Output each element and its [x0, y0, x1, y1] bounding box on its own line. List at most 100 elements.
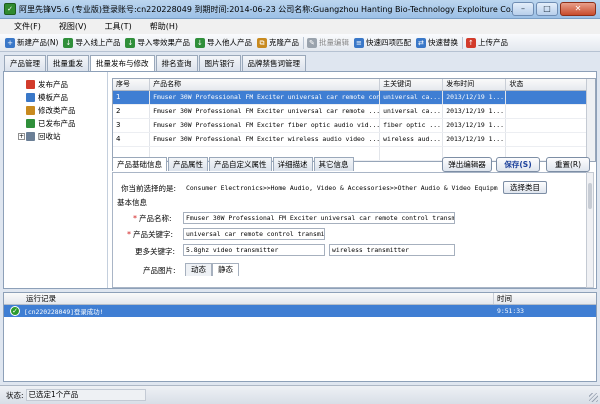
cell-index: 2 — [113, 104, 151, 119]
reset-button[interactable]: 重置(R) — [546, 157, 590, 172]
maximize-button[interactable]: □ — [536, 2, 558, 16]
sub-tab-4[interactable]: 其它信息 — [313, 157, 354, 171]
clone-icon: ⧉ — [256, 37, 267, 48]
tree-item-label: 发布产品 — [38, 80, 68, 89]
more-keyword-row: 更多关键字: — [135, 245, 175, 257]
toolbar-button-label: 新建产品(N) — [17, 38, 59, 47]
toolbar-button-quick-replace[interactable]: ⇄ 快速替换 — [414, 35, 461, 50]
tree-item-publish-product[interactable]: 发布产品 — [4, 78, 107, 91]
cell-product-name: Fmuser 30W Professional FM Exciter unive… — [149, 104, 381, 119]
minimize-button[interactable]: – — [512, 2, 534, 16]
run-log: 运行记录 时间 ✓ [cn220228049]登录成功! 9:51:33 — [3, 292, 597, 382]
cell-publish-time: 2013/12/19 1... — [442, 104, 507, 119]
tree-item-modify-product[interactable]: 修改类产品 — [4, 104, 107, 117]
select-category-button[interactable]: 选择类目 — [503, 181, 547, 194]
log-header-record: 运行记录 — [4, 293, 494, 304]
sub-tab-2[interactable]: 产品自定义属性 — [209, 157, 272, 171]
image-row: 产品图片: — [143, 264, 176, 276]
basic-info-heading: 基本信息 — [117, 197, 147, 207]
toolbar-button-import-others[interactable]: ↓ 导入他人产品 — [193, 35, 255, 50]
toolbar-separator — [302, 36, 304, 49]
main-content: 发布产品模板产品修改类产品已发布产品 + 回收站 序号 产品名称 主关键词 发布时间… — [3, 71, 597, 289]
toolbar-button-new-file[interactable]: + 新建产品(N) — [3, 35, 61, 50]
main-tab-5[interactable]: 品牌禁售词管理 — [241, 55, 306, 71]
basic-info-heading-row: 基本信息 — [117, 196, 147, 208]
log-header: 运行记录 时间 — [4, 293, 596, 305]
main-tab-1[interactable]: 批量重发 — [47, 55, 89, 71]
cell-product-name: Fmuser 30W Professional FM Exciter fiber… — [149, 118, 381, 133]
cell-keyword: wireless aud... — [379, 132, 444, 147]
tree-item-recycle-bin[interactable]: + 回收站 — [4, 130, 107, 143]
col-header-status[interactable]: 状态 — [505, 79, 595, 91]
toolbar-button-label: 导入零效果产品 — [137, 38, 190, 47]
category-label: 你当前选择的是: — [121, 183, 177, 193]
publish-product-icon — [26, 80, 35, 89]
more-keyword-input-1[interactable]: 5.8ghz video transmitter — [183, 244, 325, 256]
sub-tab-3[interactable]: 详细描述 — [272, 157, 313, 171]
category-path: Consumer Electronics>>Home Audio, Video … — [183, 182, 499, 194]
main-tab-0[interactable]: 产品管理 — [4, 55, 46, 71]
col-header-index[interactable]: 序号 — [113, 79, 151, 91]
tree-item-label: 已发布产品 — [38, 119, 76, 128]
toolbar-button-batch-edit[interactable]: ✎ 批量编辑 — [305, 35, 352, 50]
tree-item-template-product[interactable]: 模板产品 — [4, 91, 107, 104]
col-header-name[interactable]: 产品名称 — [149, 79, 381, 91]
table-row[interactable]: 2 Fmuser 30W Professional FM Exciter univ… — [113, 104, 595, 119]
menu-tools[interactable]: 工具(T) — [105, 21, 132, 32]
sub-tab-0[interactable]: 产品基础信息 — [112, 157, 167, 171]
tree-item-published-product[interactable]: 已发布产品 — [4, 117, 107, 130]
table-row[interactable]: 4 Fmuser 30W Professional FM Exciter wire… — [113, 132, 595, 147]
image-tab-1[interactable]: 静态 — [212, 263, 239, 276]
log-row[interactable]: ✓ [cn220228049]登录成功! 9:51:33 — [4, 305, 596, 317]
grid-scrollbar[interactable] — [586, 79, 595, 161]
toolbar: + 新建产品(N) ↓ 导入线上产品 ↓ 导入零效果产品 ↓ 导入他人产品 ⧉ 克隆产品 ✎ 批量编辑… — [0, 34, 600, 52]
popup-editor-button[interactable]: 弹出编辑器 — [442, 157, 492, 172]
toolbar-button-clone[interactable]: ⧉ 克隆产品 — [255, 35, 302, 50]
product-keyword-input[interactable]: universal car remote control transmitter — [183, 228, 325, 240]
app-logo-icon: ✓ — [4, 3, 16, 15]
table-row[interactable]: 3 Fmuser 30W Professional FM Exciter fibe… — [113, 118, 595, 133]
more-keyword-input-2[interactable]: wireless transmitter — [329, 244, 455, 256]
main-tab-2[interactable]: 批量发布与修改 — [90, 55, 155, 72]
toolbar-button-import-zero[interactable]: ↓ 导入零效果产品 — [123, 35, 193, 50]
main-tab-3[interactable]: 排名查询 — [155, 55, 198, 71]
import-online-icon: ↓ — [63, 37, 74, 48]
product-name-label: 产品名称: — [139, 213, 172, 223]
tree-item-label: 修改类产品 — [38, 106, 76, 115]
cell-publish-time: 2013/12/19 1... — [442, 118, 507, 133]
col-header-time[interactable]: 发布时间 — [442, 79, 507, 91]
toolbar-button-upload[interactable]: ↑ 上传产品 — [464, 35, 511, 50]
empty-cell — [379, 146, 444, 161]
cell-index: 4 — [113, 132, 151, 147]
log-header-time: 时间 — [497, 294, 512, 303]
col-header-keyword[interactable]: 主关键词 — [379, 79, 444, 91]
toolbar-separator — [461, 36, 463, 49]
close-button[interactable]: ✕ — [560, 2, 596, 16]
panel-scroll-thumb[interactable] — [588, 183, 592, 209]
resize-grip[interactable] — [589, 393, 598, 402]
upload-icon: ↑ — [465, 37, 476, 48]
tree-item-label: 回收站 — [38, 132, 61, 141]
menu-help[interactable]: 帮助(H) — [150, 21, 178, 32]
menu-file[interactable]: 文件(F) — [14, 21, 41, 32]
toolbar-button-quick-match[interactable]: ≡ 快速四项匹配 — [352, 35, 414, 50]
expand-icon[interactable]: + — [18, 133, 25, 140]
quick-match-icon: ≡ — [353, 37, 364, 48]
product-name-input[interactable]: Fmuser 30W Professional FM Exciter unive… — [183, 212, 455, 224]
toolbar-button-label: 快速四项匹配 — [365, 38, 411, 47]
status-value: 已选定1个产品 — [25, 389, 146, 401]
product-keyword-label: 产品关键字: — [133, 229, 174, 239]
new-file-icon: + — [5, 37, 15, 48]
save-button[interactable]: 保存(S) — [496, 157, 540, 172]
recycle-bin-icon — [26, 132, 35, 141]
product-grid: 序号 产品名称 主关键词 发布时间 状态 1 Fmuser 30W Profess… — [112, 78, 596, 162]
image-tab-0[interactable]: 动态 — [185, 263, 212, 276]
panel-scrollbar[interactable] — [586, 172, 594, 288]
toolbar-button-label: 上传产品 — [477, 38, 508, 47]
main-tab-4[interactable]: 图片银行 — [198, 55, 241, 71]
product-image-label: 产品图片: — [143, 265, 176, 275]
menu-view[interactable]: 视图(V) — [59, 21, 87, 32]
table-row[interactable]: 1 Fmuser 30W Professional FM Exciter univ… — [113, 90, 595, 105]
sub-tab-1[interactable]: 产品属性 — [168, 157, 208, 171]
toolbar-button-import-online[interactable]: ↓ 导入线上产品 — [61, 35, 123, 50]
